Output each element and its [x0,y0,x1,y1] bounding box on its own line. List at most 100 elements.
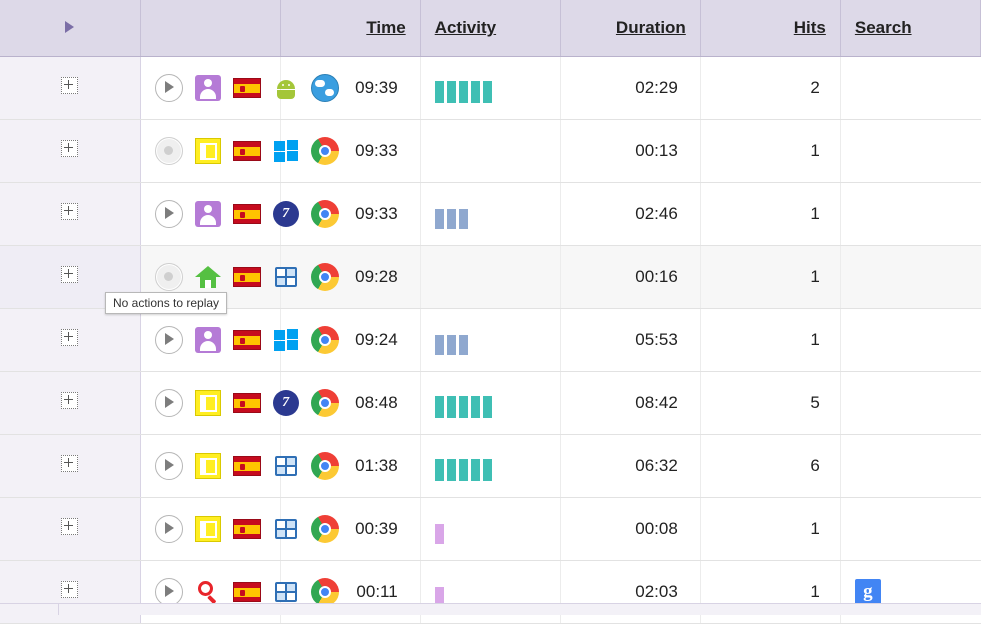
window-icon [194,453,221,479]
play-icon[interactable] [154,452,183,480]
row-expander-cell[interactable] [0,119,141,183]
activity-bars [434,325,559,355]
window-icon [194,138,221,164]
cell-activity [420,434,561,498]
row-expander-cell[interactable] [0,497,141,561]
play-disabled-icon[interactable] [154,263,183,291]
cell-duration: 02:29 [560,56,701,120]
activity-bar [470,81,480,103]
activity-bar [446,209,456,229]
chrome-icon [310,389,339,417]
header-search-label[interactable]: Search [855,18,912,37]
header-search[interactable]: Search [840,0,981,57]
header-activity-label[interactable]: Activity [435,18,496,37]
footer-expander-column [0,604,59,615]
expand-row-icon[interactable] [61,77,79,94]
cell-time: 01:38 [280,434,421,498]
header-time-label[interactable]: Time [366,18,405,37]
activity-bar [434,396,444,418]
expand-row-icon[interactable] [61,581,79,598]
windows-8-icon [273,139,299,163]
row-icons-cell [140,119,339,183]
activity-bar [470,459,480,481]
flag-spain-icon [232,582,261,602]
cell-activity [420,245,561,309]
chrome-icon [310,200,339,228]
header-hits[interactable]: Hits [700,0,841,57]
expand-row-icon[interactable] [61,518,79,535]
activity-bar [446,396,456,418]
cell-duration: 06:32 [560,434,701,498]
expand-row-icon[interactable] [61,455,79,472]
header-hits-label[interactable]: Hits [794,18,826,37]
google-search-icon[interactable]: g [854,579,881,605]
table-row[interactable]: 01:38 06:32 6 [0,434,981,498]
activity-bar [434,209,444,229]
activity-bar [458,335,468,355]
activity-bar [434,335,444,355]
header-duration-label[interactable]: Duration [616,18,686,37]
expand-row-icon[interactable] [61,140,79,157]
row-expander-cell[interactable] [0,371,141,435]
cell-hits: 1 [700,308,841,372]
chrome-icon [310,452,339,480]
flag-spain-icon [232,78,261,98]
play-disabled-icon[interactable] [154,137,183,165]
table-row[interactable]: 00:39 00:08 1 [0,497,981,561]
table-row[interactable]: 7 08:48 08:42 5 [0,371,981,435]
windows-flag-icon [273,454,299,478]
flag-spain-icon [232,519,261,539]
expand-row-icon[interactable] [61,266,79,283]
expand-row-icon[interactable] [61,329,79,346]
activity-bar [434,524,444,544]
activity-bars [434,451,559,481]
cell-activity [420,182,561,246]
visitor-person-icon [194,75,221,101]
cell-time: 09:39 [280,56,421,120]
cell-hits: 1 [700,497,841,561]
play-icon[interactable] [154,200,183,228]
window-icon [194,390,221,416]
row-icons-cell [140,308,339,372]
expand-row-icon[interactable] [61,392,79,409]
header-expand-all[interactable] [0,0,141,57]
cell-hits: 2 [700,56,841,120]
row-icons-cell: 7 [140,182,339,246]
row-expander-cell[interactable] [0,434,141,498]
cell-duration: 05:53 [560,308,701,372]
table-row[interactable]: 7 09:33 02:46 1 [0,182,981,246]
table-row[interactable]: 09:33 00:13 1 [0,119,981,183]
header-duration[interactable]: Duration [560,0,701,57]
row-expander-cell[interactable] [0,56,141,120]
globe-browser-icon [310,74,339,102]
cell-search [840,182,981,246]
cell-search [840,119,981,183]
header-activity[interactable]: Activity [420,0,561,57]
play-icon[interactable] [154,326,183,354]
header-row: Time Activity Duration Hits Search [0,0,981,57]
activity-bars [434,388,559,418]
windows-flag-icon [273,517,299,541]
activity-bar [446,81,456,103]
cell-activity [420,308,561,372]
play-icon[interactable] [154,515,183,543]
activity-bar [434,81,444,103]
expand-row-icon[interactable] [61,203,79,220]
table-row[interactable]: 09:24 05:53 1 [0,308,981,372]
activity-bars [434,199,559,229]
row-expander-cell[interactable] [0,182,141,246]
play-icon[interactable] [154,74,183,102]
header-time[interactable]: Time [280,0,421,57]
row-icons-cell: 7 [140,371,339,435]
play-triangle-icon [65,21,75,33]
row-expander-cell[interactable] [0,308,141,372]
cell-search [840,371,981,435]
table-row[interactable]: 09:39 02:29 2 [0,56,981,120]
row-icons-cell [140,56,339,120]
activity-bar [446,335,456,355]
cell-hits: 6 [700,434,841,498]
flag-spain-icon [232,456,261,476]
play-icon[interactable] [154,578,183,606]
chrome-icon [310,515,339,543]
play-icon[interactable] [154,389,183,417]
